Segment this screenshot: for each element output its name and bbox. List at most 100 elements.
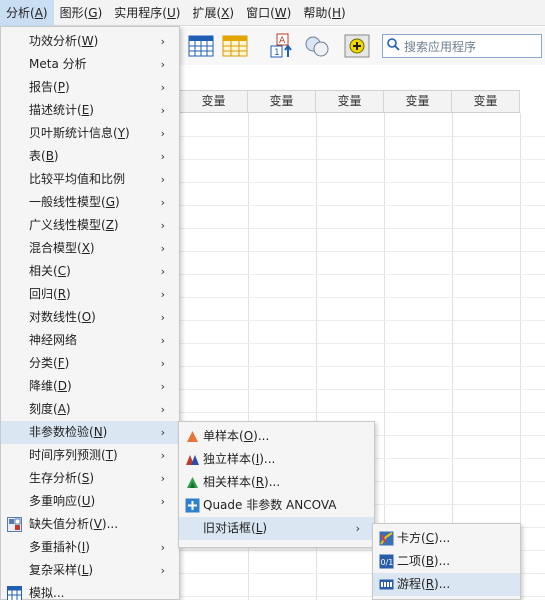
chevron-right-icon: › xyxy=(160,311,165,324)
menu-item-reports[interactable]: 报告(P) › xyxy=(1,76,179,99)
svg-text:A: A xyxy=(279,36,286,46)
chevron-right-icon: › xyxy=(160,81,165,94)
chevron-right-icon: › xyxy=(160,288,165,301)
menu-item-power-analysis[interactable]: 功效分析(W) › xyxy=(1,30,179,53)
chevron-right-icon: › xyxy=(160,196,165,209)
menu-extensions[interactable]: 扩展(X) xyxy=(186,0,240,26)
one-sample-icon xyxy=(185,429,200,444)
chevron-right-icon: › xyxy=(160,380,165,393)
menu-item-descriptive-statistics[interactable]: 描述统计(E) › xyxy=(1,99,179,122)
menu-item-simulation[interactable]: 模拟... xyxy=(1,582,179,600)
menu-item-legacy-dialogs[interactable]: 旧对话框(L) › xyxy=(179,517,374,540)
menu-item-complex-samples[interactable]: 复杂采样(L) › xyxy=(1,559,179,582)
search-placeholder: 搜索应用程序 xyxy=(404,39,477,54)
menu-item-scale[interactable]: 刻度(A) › xyxy=(1,398,179,421)
sort-cases-icon[interactable]: A1 xyxy=(270,33,296,59)
chevron-right-icon: › xyxy=(160,564,165,577)
column-header[interactable]: 变量 xyxy=(316,91,384,112)
binomial-icon: 0/1 xyxy=(379,554,394,569)
related-samples-icon xyxy=(185,475,200,490)
chevron-right-icon: › xyxy=(355,522,360,535)
chevron-right-icon: › xyxy=(160,403,165,416)
chevron-right-icon: › xyxy=(160,472,165,485)
menu-item-compare-means[interactable]: 比较平均值和比例 › xyxy=(1,168,179,191)
menu-item-meta-analysis[interactable]: Meta 分析 › xyxy=(1,53,179,76)
menu-item-multiple-imputation[interactable]: 多重插补(I) › xyxy=(1,536,179,559)
menu-item-neural-networks[interactable]: 神经网络 › xyxy=(1,329,179,352)
grid-row-line xyxy=(180,228,545,229)
chevron-right-icon: › xyxy=(160,426,165,439)
legacy-dialogs-submenu: 卡方(C)... 0/1 二项(B)... 游程(R)... xyxy=(372,523,521,600)
grid-row-line xyxy=(180,274,545,275)
menu-item-tables[interactable]: 表(B) › xyxy=(1,145,179,168)
column-header[interactable]: 变量 xyxy=(384,91,452,112)
menu-item-classify[interactable]: 分类(F) › xyxy=(1,352,179,375)
menu-item-one-sample[interactable]: 单样本(O)... xyxy=(179,425,374,448)
menu-item-mixed-models[interactable]: 混合模型(X) › xyxy=(1,237,179,260)
svg-text:1: 1 xyxy=(274,48,280,58)
svg-text:0/1: 0/1 xyxy=(381,558,394,567)
chevron-right-icon: › xyxy=(160,265,165,278)
plus-box-icon xyxy=(185,498,200,513)
variable-view-icon[interactable] xyxy=(222,33,248,59)
menu-utilities[interactable]: 实用程序(U) xyxy=(108,0,186,26)
column-header[interactable]: 变量 xyxy=(452,91,520,112)
grid-row-line xyxy=(180,205,545,206)
menu-window[interactable]: 窗口(W) xyxy=(240,0,297,26)
add-variable-icon[interactable] xyxy=(344,33,370,59)
chevron-right-icon: › xyxy=(160,58,165,71)
menu-analyze[interactable]: 分析(A) xyxy=(0,0,54,26)
menu-item-general-linear-model[interactable]: 一般线性模型(G) › xyxy=(1,191,179,214)
analyze-menu: 功效分析(W) › Meta 分析 › 报告(P) › 描述统计(E) › 贝叶斯统计信… xyxy=(0,26,180,600)
chevron-right-icon: › xyxy=(160,104,165,117)
grid-row-line xyxy=(180,389,545,390)
menu-item-missing-value-analysis[interactable]: 缺失值分析(V)... xyxy=(1,513,179,536)
chevron-right-icon: › xyxy=(160,219,165,232)
menu-item-nonparametric-tests[interactable]: 非参数检验(N) › xyxy=(1,421,179,444)
chevron-right-icon: › xyxy=(160,35,165,48)
grid-header: 变量 变量 变量 变量 变量 xyxy=(180,90,520,113)
menu-item-related-samples[interactable]: 相关样本(R)... xyxy=(179,471,374,494)
chevron-right-icon: › xyxy=(160,242,165,255)
menu-item-dimension-reduction[interactable]: 降维(D) › xyxy=(1,375,179,398)
menu-help[interactable]: 帮助(H) xyxy=(297,0,351,26)
split-file-icon[interactable] xyxy=(304,33,330,59)
grid-row-line xyxy=(180,343,545,344)
runs-icon xyxy=(379,577,394,592)
simulation-icon xyxy=(7,586,22,600)
chevron-right-icon: › xyxy=(160,357,165,370)
menu-item-regression[interactable]: 回归(R) › xyxy=(1,283,179,306)
column-header[interactable]: 变量 xyxy=(248,91,316,112)
menu-graphs[interactable]: 图形(G) xyxy=(54,0,109,26)
grid-row-line xyxy=(180,320,545,321)
chevron-right-icon: › xyxy=(160,449,165,462)
menu-item-independent-samples[interactable]: 独立样本(I)... xyxy=(179,448,374,471)
menu-item-binomial[interactable]: 0/1 二项(B)... xyxy=(373,550,520,573)
chevron-right-icon: › xyxy=(160,150,165,163)
grid-row-line xyxy=(180,366,545,367)
grid-row-line xyxy=(180,182,545,183)
menu-item-loglinear[interactable]: 对数线性(O) › xyxy=(1,306,179,329)
search-box[interactable]: 搜索应用程序 xyxy=(382,34,542,58)
grid-row-line xyxy=(180,297,545,298)
data-view-icon[interactable] xyxy=(188,33,214,59)
menu-item-chi-square[interactable]: 卡方(C)... xyxy=(373,527,520,550)
chevron-right-icon: › xyxy=(160,173,165,186)
independent-samples-icon xyxy=(185,452,200,467)
grid-row-line xyxy=(180,412,545,413)
grid-row-line xyxy=(180,136,545,137)
menu-item-forecasting[interactable]: 时间序列预测(T) › xyxy=(1,444,179,467)
chevron-right-icon: › xyxy=(160,495,165,508)
missing-value-icon xyxy=(7,517,22,532)
search-icon xyxy=(387,38,400,54)
menu-item-runs[interactable]: 游程(R)... xyxy=(373,573,520,596)
menu-item-generalized-linear-models[interactable]: 广义线性模型(Z) › xyxy=(1,214,179,237)
menu-item-multiple-response[interactable]: 多重响应(U) › xyxy=(1,490,179,513)
chevron-right-icon: › xyxy=(160,541,165,554)
grid-row-line xyxy=(180,159,545,160)
menu-item-quade-ancova[interactable]: Quade 非参数 ANCOVA xyxy=(179,494,374,517)
menu-item-correlate[interactable]: 相关(C) › xyxy=(1,260,179,283)
menu-item-survival[interactable]: 生存分析(S) › xyxy=(1,467,179,490)
column-header[interactable]: 变量 xyxy=(180,91,248,112)
menu-item-bayesian-statistics[interactable]: 贝叶斯统计信息(Y) › xyxy=(1,122,179,145)
